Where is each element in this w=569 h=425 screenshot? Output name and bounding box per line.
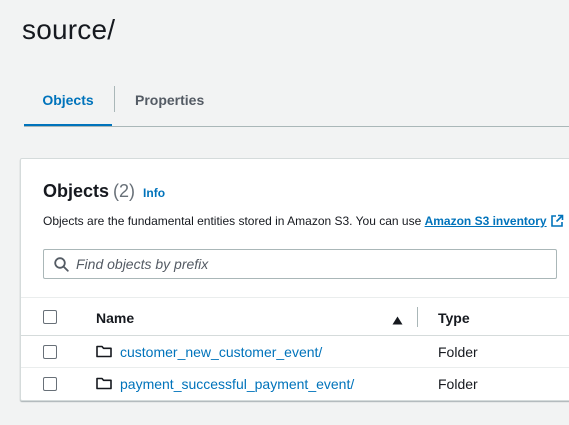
panel-description: Objects are the fundamental entities sto… <box>43 214 564 231</box>
table-header: Name Type <box>21 297 569 336</box>
table-row: customer_new_customer_event/ Folder <box>21 336 569 368</box>
folder-icon <box>96 376 112 395</box>
panel-heading: Objects (2) Info <box>43 181 165 202</box>
folder-link[interactable]: customer_new_customer_event/ <box>120 344 322 360</box>
description-text: Objects are the fundamental entities sto… <box>43 214 425 228</box>
tab-properties-label: Properties <box>135 92 205 108</box>
select-all-checkbox[interactable] <box>43 310 57 324</box>
tab-objects[interactable]: Objects <box>24 78 112 127</box>
folder-link[interactable]: payment_successful_payment_event/ <box>120 376 354 392</box>
column-resize-handle[interactable] <box>417 307 418 327</box>
row-type: Folder <box>438 344 478 360</box>
search-box <box>43 249 557 279</box>
external-link-icon[interactable] <box>550 214 564 231</box>
search-input[interactable] <box>76 250 546 278</box>
column-header-type[interactable]: Type <box>438 310 470 326</box>
row-checkbox[interactable] <box>43 377 57 391</box>
table-row: payment_successful_payment_event/ Folder <box>21 368 569 400</box>
object-count: (2) <box>113 181 136 201</box>
folder-icon <box>96 344 112 363</box>
tab-objects-label: Objects <box>42 92 94 108</box>
s3-folder-page: source/ Objects Properties Objects (2) Inf… <box>0 0 569 425</box>
page-title: source/ <box>22 14 116 45</box>
search-icon <box>54 257 69 277</box>
tab-bar-border <box>24 126 569 127</box>
objects-panel: Objects (2) Info Objects are the fundament… <box>20 158 569 401</box>
panel-title: Objects <box>43 181 110 201</box>
row-type: Folder <box>438 376 478 392</box>
s3-inventory-link[interactable]: Amazon S3 inventory <box>425 214 547 228</box>
sort-ascending-icon[interactable] <box>392 312 403 330</box>
tab-divider <box>114 86 115 112</box>
info-link[interactable]: Info <box>143 186 165 200</box>
row-checkbox[interactable] <box>43 345 57 359</box>
column-header-name[interactable]: Name <box>96 310 134 326</box>
tab-bar: Objects Properties <box>0 78 569 128</box>
tab-properties[interactable]: Properties <box>135 78 204 126</box>
